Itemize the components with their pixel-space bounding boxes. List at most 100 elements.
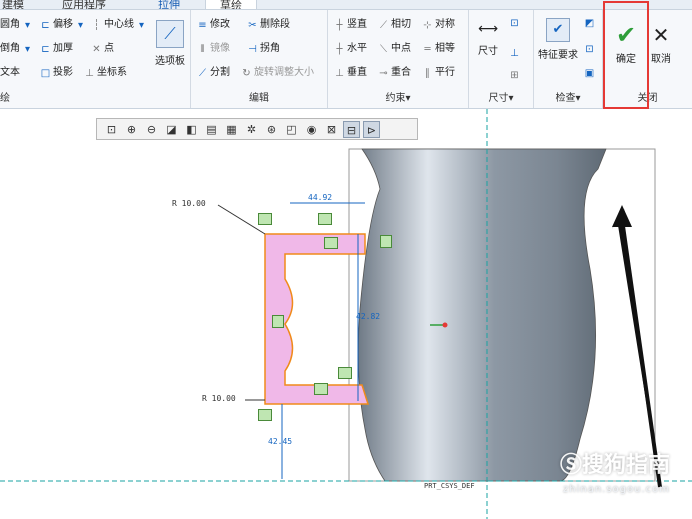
thicken-button[interactable]: ⊏ 加厚	[40, 40, 73, 58]
palette-button[interactable]: ⟋ 选项板	[150, 20, 190, 67]
horizontal-button[interactable]: ┼ 水平	[334, 40, 367, 58]
tab-extrude[interactable]: 拉伸	[158, 0, 180, 9]
baseline-button[interactable]: ⊥	[509, 44, 520, 62]
modify-icon: ≡	[198, 19, 207, 31]
cancel-label: 取消	[651, 54, 671, 65]
highlight-icon: ◩	[584, 17, 595, 29]
tangent-icon: ⟋	[380, 19, 387, 31]
height-dimension[interactable]: 42.82	[356, 312, 380, 321]
offset-icon: ⊏	[41, 19, 50, 31]
constraint-marker[interactable]	[338, 367, 352, 379]
rotate-resize-icon: ↻	[242, 67, 251, 79]
coincident-icon: ⊸	[379, 67, 388, 79]
watermark-logo: Ⓢ搜狗指南	[559, 453, 670, 478]
perpendicular-button[interactable]: ⊥ 垂直	[334, 64, 367, 82]
dimension-label: 尺寸	[478, 46, 498, 57]
constraint-marker[interactable]	[258, 213, 272, 225]
mirror-button[interactable]: ⫴ 镜像	[197, 40, 230, 58]
midpoint-button[interactable]: ⟍ 中点	[378, 40, 411, 58]
delete-segment-button[interactable]: ✂ 删除段	[247, 16, 290, 34]
constraint-marker[interactable]	[380, 235, 392, 248]
highlight-button[interactable]: ◩	[584, 14, 595, 32]
fillet-button[interactable]: 圆角 ▾	[0, 16, 33, 34]
text-label: 文本	[0, 67, 20, 78]
vertical-label: 竖直	[347, 19, 367, 30]
group-label-edit: 编辑	[249, 93, 269, 104]
dropdown-icon: ▾	[77, 19, 84, 31]
palette-icon: ⟋	[156, 20, 184, 48]
centerline-icon: ┆	[93, 19, 100, 31]
thicken-icon: ⊏	[41, 43, 50, 55]
coincident-label: 重合	[391, 67, 411, 78]
equal-icon: ═	[424, 43, 431, 55]
width-dimension[interactable]: 44.92	[308, 193, 332, 202]
group-sketch: 圆角 ▾ 倒角 ▾ 文本 ⊏ 偏移 ▾ ⊏ 加厚 □ 投影 ┆ 中心线 ▾ ✕ 点 ⊥ 坐标系 ⟋ …	[0, 10, 191, 108]
rotate-resize-label: 旋转调整大小	[254, 67, 314, 78]
feature-requirements-button[interactable]: ✔ 特征要求	[536, 18, 580, 61]
mirror-icon: ⫴	[200, 43, 205, 55]
text-button[interactable]: 文本	[0, 64, 20, 82]
symmetric-button[interactable]: ⊹ 对称	[422, 16, 455, 34]
rotate-resize-button[interactable]: ↻ 旋转调整大小	[241, 64, 314, 82]
constraint-marker[interactable]	[272, 315, 284, 328]
baseline-icon: ⊥	[510, 47, 519, 59]
symmetric-label: 对称	[435, 19, 455, 30]
modify-label: 修改	[210, 19, 230, 30]
parallel-icon: ∥	[425, 67, 430, 79]
tab-sketch[interactable]: 草绘	[205, 0, 257, 9]
close-icon: ✕	[652, 23, 670, 47]
project-label: 投影	[53, 67, 73, 78]
mirror-label: 镜像	[210, 43, 230, 54]
divide-icon: ⟋	[199, 67, 206, 79]
feature-requirements-label: 特征要求	[538, 50, 578, 61]
perimeter-button[interactable]: ⊡	[509, 14, 520, 32]
coincident-button[interactable]: ⊸ 重合	[378, 64, 411, 82]
csys-icon: ⊥	[85, 67, 94, 79]
overlap-icon: ⊡	[585, 43, 594, 55]
cancel-button[interactable]: ✕ 取消	[647, 20, 675, 65]
vase-shape	[357, 148, 607, 482]
project-icon: □	[40, 67, 51, 79]
corner-button[interactable]: ⊣ 拐角	[247, 40, 280, 58]
ribbon-tabs: 建模 应用程序 拉伸 草绘	[0, 0, 692, 10]
bottom-dimension[interactable]: 42.45	[268, 437, 292, 446]
midpoint-label: 中点	[391, 43, 411, 54]
group-inspect: ✔ 特征要求 ◩ ⊡ ▣ 检查▾	[534, 10, 603, 108]
group-constrain: ┼ 竖直 ⟋ 相切 ⊹ 对称 ┼ 水平 ⟍ 中点 ═ 相等 ⊥ 垂直 ⊸ 重合 ∥ 平行 约束▾	[328, 10, 469, 108]
delete-segment-label: 删除段	[260, 19, 290, 30]
equal-button[interactable]: ═ 相等	[422, 40, 455, 58]
chamfer-button[interactable]: 倒角 ▾	[0, 40, 33, 58]
radius-dimension-bottom[interactable]: R 10.00	[202, 394, 236, 403]
centerline-button[interactable]: ┆ 中心线 ▾	[91, 16, 147, 34]
project-button[interactable]: □ 投影	[40, 64, 73, 82]
symmetric-icon: ⊹	[423, 19, 432, 31]
delete-segment-icon: ✂	[248, 19, 257, 31]
reference-button[interactable]: ⊞	[509, 66, 520, 84]
centerline-label: 中心线	[104, 19, 134, 30]
vertical-icon: ┼	[336, 19, 343, 31]
constraint-marker[interactable]	[318, 213, 332, 225]
point-icon: ✕	[92, 43, 101, 55]
perimeter-icon: ⊡	[510, 17, 519, 29]
dropdown-icon: ▾	[24, 19, 31, 31]
constraint-marker[interactable]	[324, 237, 338, 249]
tangent-button[interactable]: ⟋ 相切	[378, 16, 411, 34]
radius-dimension-top[interactable]: R 10.00	[172, 199, 206, 208]
tangent-label: 相切	[391, 19, 411, 30]
parallel-button[interactable]: ∥ 平行	[422, 64, 455, 82]
offset-button[interactable]: ⊏ 偏移 ▾	[40, 16, 86, 34]
divide-button[interactable]: ⟋ 分割	[197, 64, 230, 82]
point-button[interactable]: ✕ 点	[91, 40, 114, 58]
tab-applications[interactable]: 应用程序	[62, 0, 106, 9]
dimension-button[interactable]: ⟷ 尺寸	[473, 16, 503, 57]
graphics-area[interactable]: ⊡ ⊕ ⊖ ◪ ◧ ▤ ▦ ✲ ⊛ ◰ ◉ ⊠ ⊟ ⊳ R 10.00 R 10…	[0, 109, 692, 519]
vertical-button[interactable]: ┼ 竖直	[334, 16, 367, 34]
csys-button[interactable]: ⊥ 坐标系	[84, 64, 127, 82]
modify-button[interactable]: ≡ 修改	[197, 16, 230, 34]
constraint-marker[interactable]	[258, 409, 272, 421]
overlap-button[interactable]: ⊡	[584, 40, 595, 58]
shade-closed-button[interactable]: ▣	[584, 64, 595, 82]
constraint-marker[interactable]	[314, 383, 328, 395]
tab-model[interactable]: 建模	[2, 0, 24, 9]
group-label-constrain: 约束▾	[385, 93, 411, 104]
